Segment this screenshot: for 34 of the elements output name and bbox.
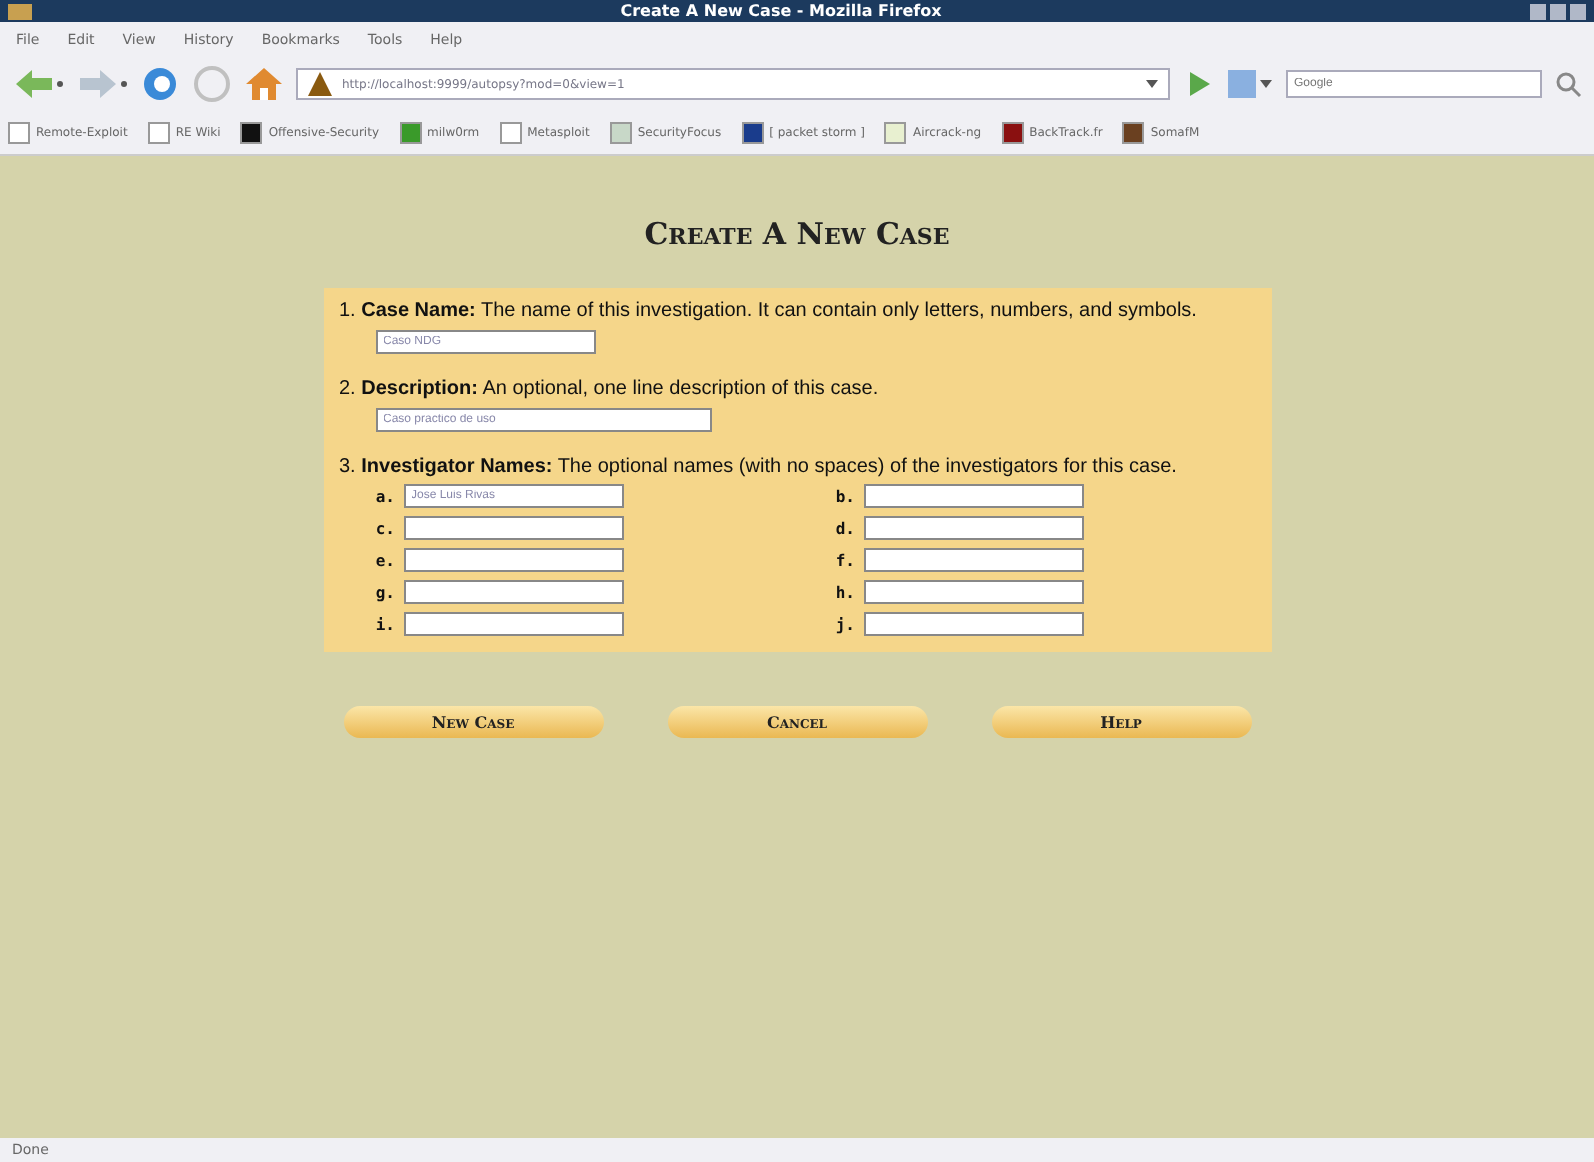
field-description: 1. Case Name: The name of this investigation. It can contain only letters, numbers, and symbols. — [339, 300, 1199, 322]
field-label: e. — [375, 551, 395, 569]
search-icon[interactable] — [1554, 70, 1582, 98]
field-label: i. — [375, 615, 395, 633]
home-icon[interactable] — [244, 64, 284, 104]
field-description: 3. Investigator Names: The optional names (with no spaces) of the investigators for this case. — [339, 456, 1179, 478]
input-field[interactable] — [403, 580, 623, 604]
form-button[interactable]: Help — [991, 706, 1251, 738]
site-icon — [306, 70, 334, 98]
input-field[interactable] — [863, 548, 1083, 572]
input-field[interactable] — [863, 484, 1083, 508]
input-field[interactable] — [403, 612, 623, 636]
field-description: 2. Description: An optional, one line description of this case. — [339, 378, 881, 400]
input-field[interactable] — [403, 516, 623, 540]
input-field[interactable] — [863, 612, 1083, 636]
input-field[interactable] — [403, 548, 623, 572]
search-engine-icon[interactable] — [1226, 68, 1274, 100]
field-label: c. — [375, 519, 395, 537]
field-label: a. — [375, 487, 395, 505]
window-title: Create A New Case - Mozilla Firefox — [618, 2, 944, 20]
field-label: b. — [835, 487, 855, 505]
page-heading: Create A New Case — [644, 216, 950, 252]
field-label: j. — [835, 615, 855, 633]
form-button[interactable]: New Case — [343, 706, 603, 738]
field-label: d. — [835, 519, 855, 537]
dropdown-icon[interactable] — [1144, 76, 1160, 92]
field-label: h. — [835, 583, 855, 601]
window-icon[interactable] — [8, 3, 32, 19]
input-field[interactable] — [863, 516, 1083, 540]
input-field[interactable] — [863, 580, 1083, 604]
field-label: g. — [375, 583, 395, 601]
field-label: f. — [835, 551, 855, 569]
form-button[interactable]: Cancel — [667, 706, 927, 738]
back-icon[interactable] — [12, 68, 64, 100]
